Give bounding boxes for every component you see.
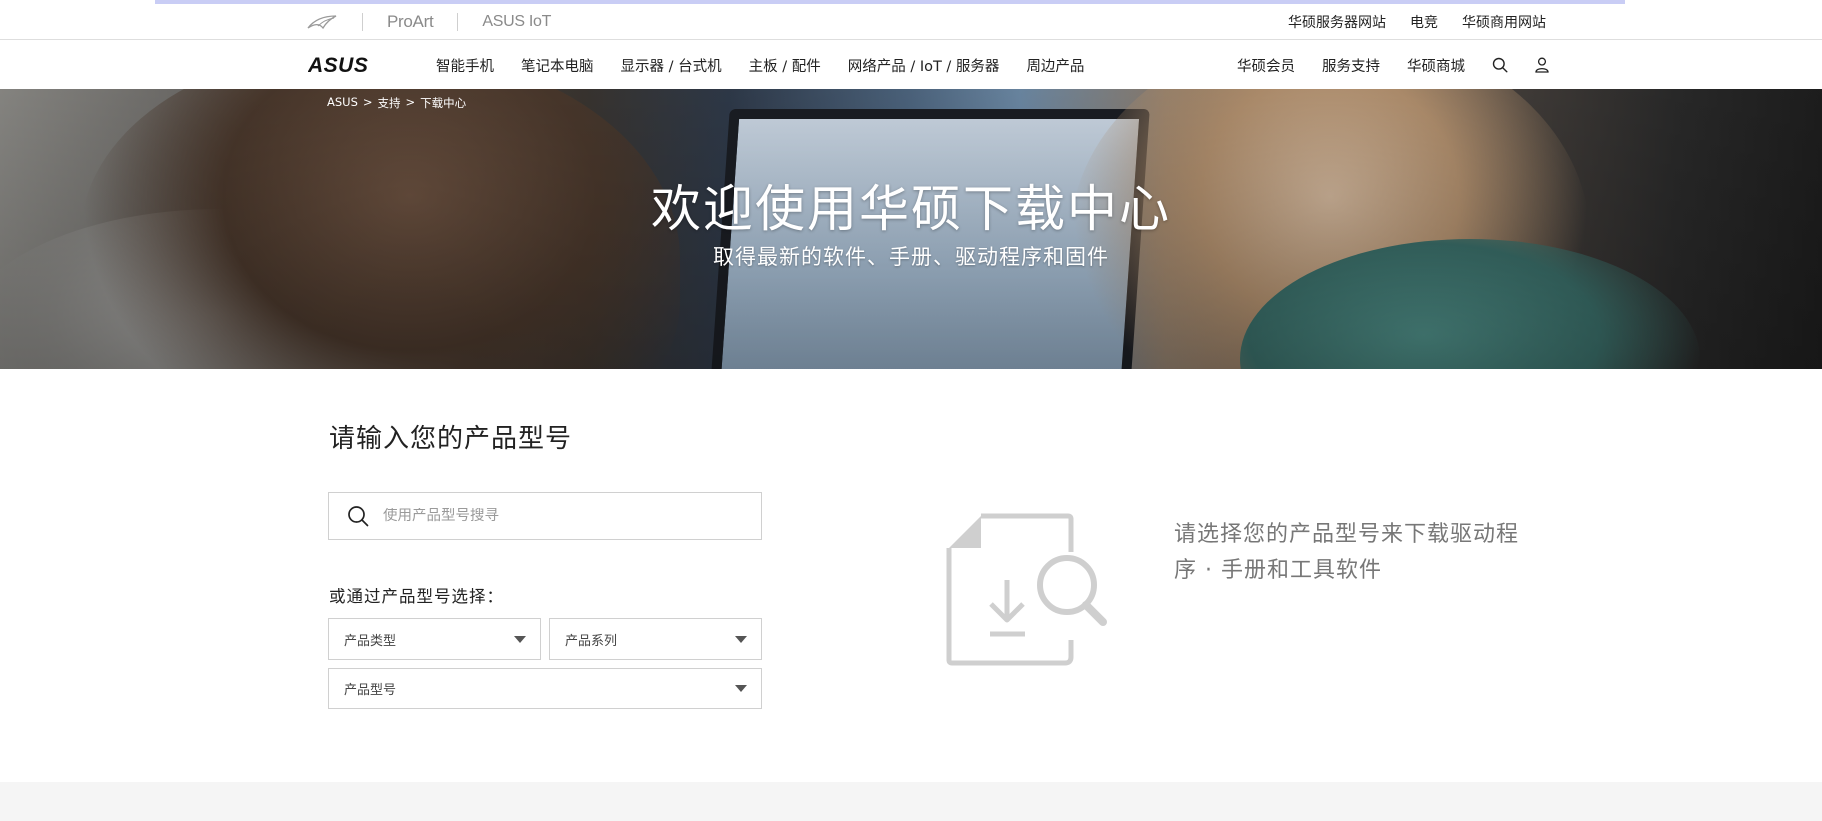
dropdown-caret-icon [735, 685, 747, 692]
nav-item-networking[interactable]: 网络产品 / IoT / 服务器 [848, 55, 1000, 76]
site-link-business[interactable]: 华硕商用网站 [1462, 12, 1546, 32]
nav-item-laptops[interactable]: 笔记本电脑 [521, 55, 594, 76]
brand-proart[interactable]: ProArt [387, 12, 434, 32]
product-series-select-value: 产品系列 [565, 633, 618, 649]
search-icon [348, 506, 369, 527]
breadcrumb-separator: > [362, 95, 373, 109]
product-series-select[interactable]: 产品系列 [549, 618, 762, 660]
select-by-model-label: 或通过产品型号选择： [329, 587, 504, 606]
brand-separator [457, 13, 459, 31]
product-type-select-value: 产品类型 [344, 633, 397, 649]
nav-item-motherboards[interactable]: 主板 / 配件 [749, 55, 821, 76]
model-search-box [328, 492, 762, 540]
nav-item-displays-desktops[interactable]: 显示器 / 台式机 [621, 55, 722, 76]
site-link-gaming[interactable]: 电竞 [1410, 12, 1438, 32]
main-nav: ASUS 智能手机 笔记本电脑 显示器 / 台式机 主板 / 配件 网络产品 /… [0, 41, 1822, 89]
nav-search-button[interactable] [1492, 57, 1508, 73]
asus-logo[interactable]: ASUS [307, 54, 388, 79]
brand-asus-iot-label: ASUS IoT [482, 13, 552, 30]
user-icon [1535, 57, 1549, 73]
brand-separator [362, 13, 363, 31]
nav-item-store[interactable]: 华硕商城 [1407, 55, 1465, 76]
nav-item-support[interactable]: 服务支持 [1322, 55, 1380, 76]
select-model-hint: 请选择您的产品型号来下载驱动程序 · 手册和工具软件 [1174, 522, 1520, 583]
product-model-select-value: 产品型号 [344, 683, 397, 698]
nav-account-button[interactable] [1535, 57, 1549, 73]
model-search-input[interactable] [383, 508, 743, 524]
breadcrumb-support[interactable]: 支持 [378, 95, 401, 111]
asus-logo-text: ASUS [308, 55, 368, 75]
site-link-server[interactable]: 华硕服务器网站 [1288, 12, 1386, 32]
dropdown-caret-icon [735, 635, 747, 643]
hero-banner: ASUS > 支持 > 下载中心 欢迎使用华硕下载中心 取得最新的软件、手册、驱… [0, 89, 1822, 369]
site-links: 华硕服务器网站 电竞 华硕商用网站 [1288, 4, 1546, 40]
hero-title: 欢迎使用华硕下载中心 [651, 180, 1171, 238]
breadcrumb-asus[interactable]: ASUS [327, 95, 358, 111]
footer-band [0, 782, 1822, 821]
product-type-select[interactable]: 产品类型 [328, 618, 541, 660]
brand-asus-iot[interactable]: ASUS IoT [482, 13, 551, 31]
breadcrumb-separator: > [405, 95, 416, 109]
brand-proart-label: ProArt [387, 12, 434, 31]
nav-item-accessories[interactable]: 周边产品 [1026, 55, 1084, 76]
nav-item-smartphones[interactable]: 智能手机 [436, 55, 494, 76]
asus-logo-icon: ASUS [307, 54, 368, 77]
dropdown-caret-icon [514, 635, 526, 643]
rog-logo-icon [307, 15, 337, 30]
brand-links: ProArt ASUS IoT [306, 4, 551, 40]
download-search-illustration-icon [945, 512, 1110, 671]
breadcrumb-download-center[interactable]: 下载中心 [420, 95, 466, 111]
search-icon [1492, 57, 1508, 73]
brand-rog[interactable] [306, 14, 338, 30]
nav-item-member[interactable]: 华硕会员 [1237, 55, 1295, 76]
hero-subtitle: 取得最新的软件、手册、驱动程序和固件 [713, 245, 1109, 269]
product-model-select[interactable]: 产品型号 [328, 668, 762, 709]
search-box-icon[interactable] [347, 505, 369, 527]
brand-bar: ProArt ASUS IoT 华硕服务器网站 电竞 华硕商用网站 [0, 4, 1822, 40]
section-title: 请输入您的产品型号 [329, 424, 573, 454]
breadcrumb: ASUS > 支持 > 下载中心 [327, 95, 466, 111]
nav-right: 华硕会员 服务支持 华硕商城 [1237, 41, 1549, 89]
product-nav: 智能手机 笔记本电脑 显示器 / 台式机 主板 / 配件 网络产品 / IoT … [436, 41, 1084, 89]
